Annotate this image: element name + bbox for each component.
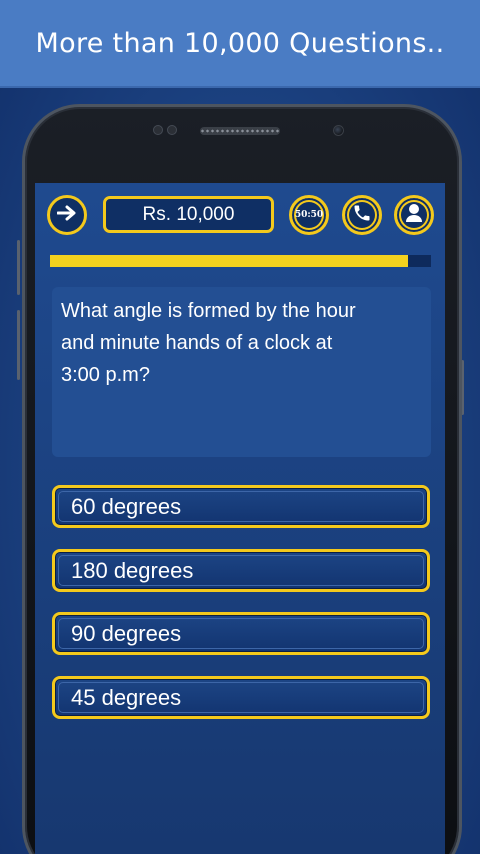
audience-poll-button[interactable] <box>394 195 434 235</box>
sensor-dots <box>153 125 177 135</box>
timer-progress-bar <box>50 255 431 267</box>
promo-banner: More than 10,000 Questions.. <box>0 0 480 88</box>
sensor-dot <box>153 125 163 135</box>
fifty-fifty-button[interactable]: 50:50 <box>289 195 329 235</box>
answer-label: 180 degrees <box>71 557 194 583</box>
banner-title: More than 10,000 Questions.. <box>35 27 445 59</box>
earpiece-speaker <box>200 127 280 135</box>
quiz-screen: Rs. 10,000 50:50 What angle is formed by… <box>35 183 445 854</box>
fifty-fifty-label: 50:50 <box>294 210 324 220</box>
question-line: What angle is formed by the hour <box>61 300 356 322</box>
answer-label: 45 degrees <box>71 684 182 710</box>
volume-down-button <box>17 310 20 380</box>
answer-option-c[interactable]: 90 degrees <box>52 612 430 655</box>
phone-a-friend-button[interactable] <box>342 195 382 235</box>
prize-amount: Rs. 10,000 <box>103 196 274 233</box>
question-line: and minute hands of a clock at <box>61 332 333 354</box>
phone-icon <box>352 203 372 227</box>
answer-option-a[interactable]: 60 degrees <box>52 485 430 528</box>
answer-option-d[interactable]: 45 degrees <box>52 676 430 719</box>
volume-up-button <box>17 240 20 295</box>
answer-label: 90 degrees <box>71 620 182 646</box>
next-button[interactable] <box>47 195 87 235</box>
sensor-dot <box>167 125 177 135</box>
question-panel: What angle is formed by the hour and min… <box>52 287 431 457</box>
front-camera <box>333 125 344 136</box>
answer-option-b[interactable]: 180 degrees <box>52 549 430 592</box>
person-icon <box>405 203 423 227</box>
question-line: 3:00 p.m? <box>61 364 150 386</box>
timer-progress-fill <box>50 255 409 267</box>
answer-label: 60 degrees <box>71 493 182 519</box>
arrow-right-icon <box>56 205 77 225</box>
